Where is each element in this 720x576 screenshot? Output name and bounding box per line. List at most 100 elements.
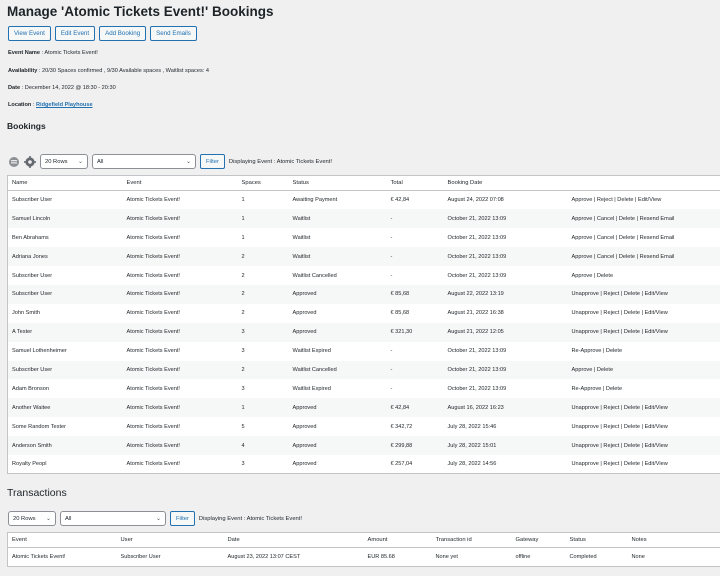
rows-per-page-select[interactable]: 20 Rows ⌄ [40,154,88,169]
table-row: Atomic Tickets Event! Subscriber User Augu… [8,548,720,567]
column-header-gateway: Gateway [511,532,566,548]
event-name-value: Atomic Tickets Event! [44,50,98,56]
booking-name[interactable]: Anderson Smith [7,436,123,455]
booking-event[interactable]: Atomic Tickets Event! [123,417,238,436]
transactions-table-body: Atomic Tickets Event! Subscriber User Augu… [8,548,720,567]
booking-name[interactable]: A Tester [7,322,123,342]
booking-actions[interactable]: Re-Approve | Delete [568,342,720,361]
booking-actions[interactable]: Approve | Cancel | Delete | Resend Email [567,247,720,267]
booking-actions[interactable]: Unapprove | Reject | Delete | Edit/View [568,304,720,323]
booking-date: October 21, 2022 13:09 [447,385,507,392]
column-header-name[interactable]: Name [7,175,123,191]
booking-event[interactable]: Atomic Tickets Event! [123,455,238,474]
location-link[interactable]: Ridgefield Playhouse [36,102,93,108]
booking-date: October 21, 2022 13:09 [443,209,568,229]
transaction-event[interactable]: Atomic Tickets Event! [8,548,117,567]
booking-event[interactable]: Atomic Tickets Event! [122,247,238,267]
booking-spaces: 3 [241,461,245,468]
status-filter-value: All [97,158,104,165]
chevron-down-icon: ⌄ [155,516,161,522]
booking-event[interactable]: Atomic Tickets Event! [123,304,238,323]
booking-actions[interactable]: Unapprove | Reject | Delete | Edit/View [567,322,720,342]
transactions-filter-select[interactable]: All ⌄ [60,511,166,526]
booking-status: Waitlist Expired [292,348,331,355]
booking-event[interactable]: Atomic Tickets Event! [123,228,238,247]
transaction-status: Completed [569,553,597,560]
column-header-actions [567,175,720,191]
booking-date: October 21, 2022 13:09 [447,234,507,241]
transaction-user[interactable]: Subscriber User [117,548,224,567]
booking-event[interactable]: Atomic Tickets Event! [122,398,238,418]
booking-actions[interactable]: Unapprove | Reject | Delete | Edit/View [568,455,720,474]
export-icon[interactable] [8,156,20,168]
booking-actions[interactable]: Approve | Delete [568,266,720,285]
gear-icon[interactable] [24,155,36,168]
booking-spaces: 4 [237,436,289,455]
booking-event[interactable]: Atomic Tickets Event! [122,322,238,342]
booking-event[interactable]: Atomic Tickets Event! [122,209,238,229]
booking-event[interactable]: Atomic Tickets Event! [123,379,238,398]
column-header-booking-date[interactable]: Booking Date [443,175,568,191]
bookings-title: Bookings [7,121,46,131]
column-header-spaces[interactable]: Spaces [237,175,289,191]
booking-total: - [386,247,444,267]
date-label: Date [8,85,21,91]
transactions-filter-value: All [65,515,72,522]
booking-event[interactable]: Atomic Tickets Event! [122,284,238,304]
bookings-toolbar: 20 Rows ⌄ All ⌄ Filter Displaying Event : … [8,154,332,169]
booking-name[interactable]: Subscriber User [7,360,123,380]
booking-spaces: 1 [241,234,245,241]
booking-status: Waitlist Cancelled [292,272,337,279]
booking-actions[interactable]: Approve | Reject | Delete | Edit/View [568,191,720,210]
booking-event[interactable]: Atomic Tickets Event! [123,191,238,210]
booking-status: Awaiting Payment [292,197,338,204]
booking-event[interactable]: Atomic Tickets Event! [123,342,238,361]
booking-name: Samuel Lincoln [7,209,123,229]
booking-actions[interactable]: Unapprove | Reject | Delete | Edit/View [567,284,720,304]
booking-event[interactable]: Atomic Tickets Event! [123,266,238,285]
table-row: Subscriber User Atomic Tickets Event! 2 Wai… [8,266,720,285]
rows-per-page-value: 20 Rows [45,158,68,165]
booking-total: - [390,348,393,355]
send-emails-button[interactable]: Send Emails [150,26,197,41]
booking-status: Waitlist Expired [292,385,331,392]
booking-actions[interactable]: Re-Approve | Delete [568,379,720,398]
booking-event[interactable]: Atomic Tickets Event! [122,360,238,380]
booking-actions[interactable]: Unapprove | Reject | Delete | Edit/View [568,417,720,436]
booking-name: Adriana Jones [7,247,123,267]
booking-total: € 85,68 [390,310,410,317]
booking-actions[interactable]: Unapprove | Reject | Delete | Edit/View [567,436,720,455]
column-header-user: User [116,532,224,548]
event-name-line: Event Name : Atomic Tickets Event! [8,50,98,56]
column-header-event[interactable]: Event [122,175,238,191]
table-row: Royalty Peopl Atomic Tickets Event! 3 Appro… [8,455,720,474]
view-event-button[interactable]: View Event [8,26,51,41]
transactions-rows-select[interactable]: 20 Rows ⌄ [8,511,56,526]
booking-status: Waitlist [288,247,387,267]
column-header-status[interactable]: Status [288,175,387,191]
booking-name[interactable]: Subscriber User [8,191,123,210]
transaction-date: August 23, 2022 13:07 CEST [227,553,301,560]
booking-actions[interactable]: Approve | Cancel | Delete | Resend Email [568,228,720,247]
booking-date: July 28, 2022 15:46 [447,423,497,430]
bookings-table-body: Subscriber User Atomic Tickets Event! 1 Awa… [7,191,720,474]
filter-button[interactable]: Filter [200,154,225,169]
booking-spaces: 3 [241,385,245,392]
booking-name[interactable]: Subscriber User [8,266,123,285]
booking-actions[interactable]: Approve | Cancel | Delete | Resend Email [567,209,720,229]
column-header-total[interactable]: Total [386,175,444,191]
booking-actions[interactable]: Unapprove | Reject | Delete | Edit/View [567,398,720,418]
table-row: John Smith Atomic Tickets Event! 2 Approved… [8,304,720,323]
add-booking-button[interactable]: Add Booking [99,26,147,41]
booking-total: € 299,88 [386,436,444,455]
table-row: Anderson Smith Atomic Tickets Event! 4 Appr… [7,436,720,455]
booking-name[interactable]: John Smith [8,304,123,323]
edit-event-button[interactable]: Edit Event [54,26,96,41]
booking-actions[interactable]: Approve | Delete [567,360,720,380]
booking-event[interactable]: Atomic Tickets Event! [122,436,238,455]
transactions-filter-button[interactable]: Filter [170,511,195,526]
location-label: Location [8,102,32,108]
table-row: Samuel Lincoln Atomic Tickets Event! 1 Wait… [7,209,720,229]
booking-name[interactable]: Subscriber User [7,284,123,304]
status-filter-select[interactable]: All ⌄ [92,154,196,169]
